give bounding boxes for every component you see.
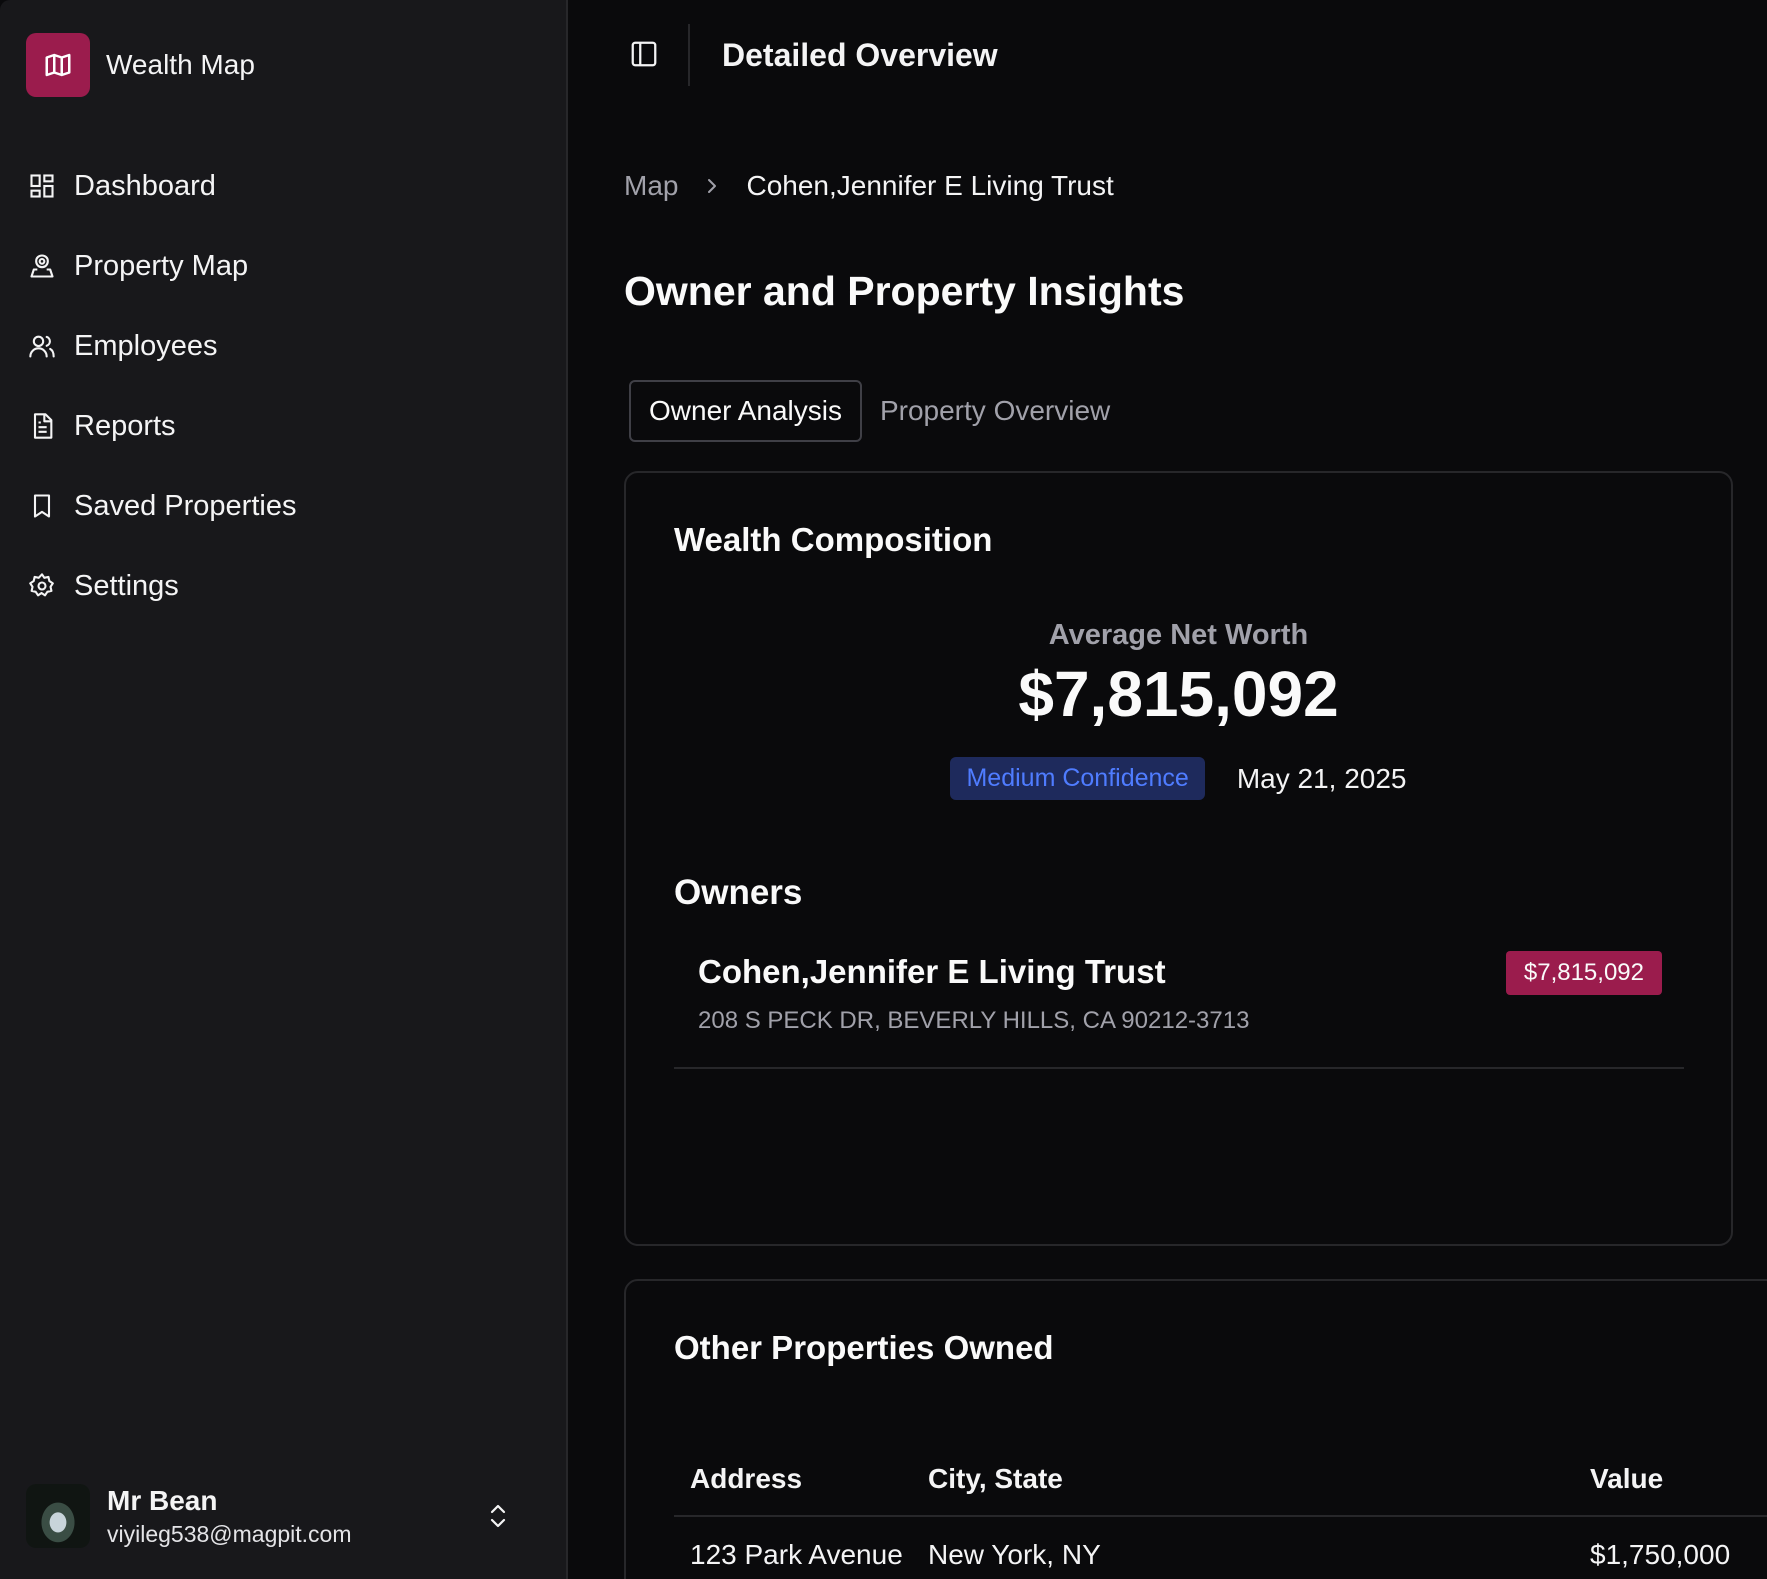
net-worth-date: May 21, 2025 xyxy=(1236,762,1407,794)
net-worth-meta: Medium Confidence May 21, 2025 xyxy=(626,757,1731,800)
column-header-city-state[interactable]: City, State xyxy=(928,1441,1063,1517)
other-properties-card: Other Properties Owned Address City, Sta… xyxy=(624,1279,1767,1579)
header-divider xyxy=(688,24,690,86)
user-menu[interactable]: Mr Bean viyileg538@magpit.com xyxy=(26,1484,538,1548)
table-cell-value: $1,750,000 xyxy=(1590,1539,1731,1570)
sidebar-item-property-map[interactable]: Property Map xyxy=(26,226,296,306)
user-email: viyileg538@magpit.com xyxy=(107,1520,352,1547)
owner-row[interactable]: Cohen,Jennifer E Living Trust 208 S PECK… xyxy=(674,951,1684,1069)
column-header-address[interactable]: Address xyxy=(690,1441,802,1517)
sidebar-item-label: Property Map xyxy=(74,249,249,282)
tab-property-overview[interactable]: Property Overview xyxy=(862,380,1128,442)
column-header-value[interactable]: Value xyxy=(1590,1441,1663,1517)
chevrons-up-down-icon[interactable] xyxy=(484,1500,512,1532)
brand[interactable]: Wealth Map xyxy=(26,33,255,97)
avatar xyxy=(26,1484,90,1548)
document-icon xyxy=(26,410,58,442)
sidebar-nav: Dashboard Property Map Employees Reports… xyxy=(26,146,296,626)
tabs: Owner Analysis Property Overview xyxy=(629,380,1128,442)
owner-value-badge: $7,815,092 xyxy=(1505,951,1662,995)
page-title: Owner and Property Insights xyxy=(624,268,1185,314)
sidebar-item-label: Reports xyxy=(74,409,176,442)
sidebar-item-employees[interactable]: Employees xyxy=(26,306,296,386)
confidence-badge: Medium Confidence xyxy=(950,757,1205,800)
app-name: Wealth Map xyxy=(106,49,255,80)
net-worth-label: Average Net Worth xyxy=(1048,619,1309,651)
bookmark-icon xyxy=(26,490,58,522)
table-cell-address: 123 Park Avenue xyxy=(690,1539,903,1570)
net-worth-value: $7,815,092 xyxy=(1018,658,1339,730)
owner-name: Cohen,Jennifer E Living Trust xyxy=(698,953,1166,990)
sidebar-item-label: Settings xyxy=(74,569,179,602)
sidebar-item-settings[interactable]: Settings xyxy=(26,546,296,626)
owners-title: Owners xyxy=(674,873,803,912)
wealth-composition-card: Wealth Composition Average Net Worth $7,… xyxy=(624,471,1733,1246)
sidebar-item-label: Dashboard xyxy=(74,169,216,202)
breadcrumb-link-map[interactable]: Map xyxy=(624,170,678,202)
users-icon xyxy=(26,330,58,362)
map-icon xyxy=(26,33,90,97)
table-cell-city-state: New York, NY xyxy=(928,1539,1101,1570)
card-title: Other Properties Owned xyxy=(674,1329,1054,1366)
breadcrumb-current: Cohen,Jennifer E Living Trust xyxy=(746,170,1114,201)
card-title: Wealth Composition xyxy=(674,521,993,558)
header: Detailed Overview xyxy=(568,0,1767,112)
chevron-right-icon xyxy=(704,176,720,196)
sidebar-toggle-icon[interactable] xyxy=(628,38,660,70)
sidebar-item-saved-properties[interactable]: Saved Properties xyxy=(26,466,296,546)
gear-icon xyxy=(26,570,58,602)
owner-address: 208 S PECK DR, BEVERLY HILLS, CA 90212-3… xyxy=(698,1007,1250,1034)
sidebar-item-reports[interactable]: Reports xyxy=(26,386,296,466)
sidebar-item-label: Saved Properties xyxy=(74,489,297,522)
user-name: Mr Bean xyxy=(107,1484,218,1516)
header-title: Detailed Overview xyxy=(722,37,998,73)
table-row[interactable]: 123 Park Avenue New York, NY $1,750,000 xyxy=(674,1517,1767,1579)
user-info: Mr Bean viyileg538@magpit.com xyxy=(107,1485,352,1548)
map-pin-user-icon xyxy=(26,250,58,282)
tab-owner-analysis[interactable]: Owner Analysis xyxy=(629,380,862,442)
app-root: Wealth Map Dashboard Property Map Employ… xyxy=(0,0,1767,1579)
breadcrumb: Map Cohen,Jennifer E Living Trust xyxy=(624,170,1114,202)
sidebar-item-label: Employees xyxy=(74,329,218,362)
dashboard-icon xyxy=(26,170,58,202)
table-header-row: Address City, State Value xyxy=(674,1441,1767,1517)
properties-table: Address City, State Value 123 Park Avenu… xyxy=(674,1441,1767,1579)
sidebar-item-dashboard[interactable]: Dashboard xyxy=(26,146,296,226)
sidebar: Wealth Map Dashboard Property Map Employ… xyxy=(0,0,568,1579)
